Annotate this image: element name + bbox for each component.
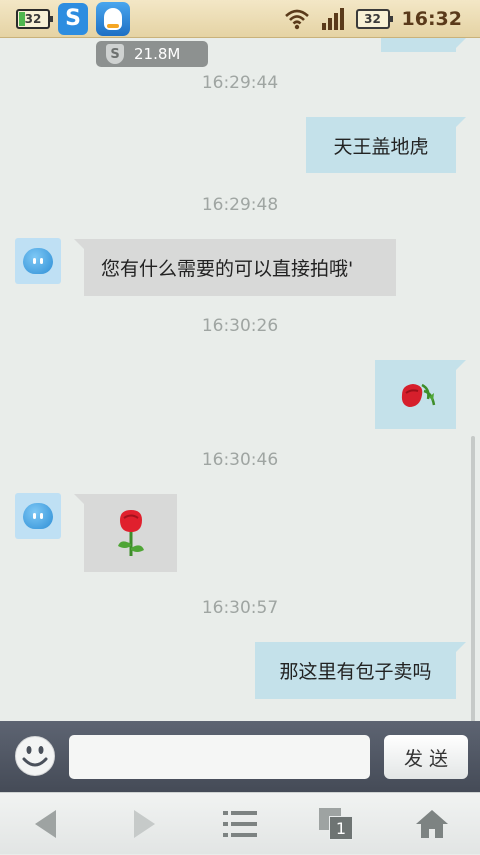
menu-button[interactable] — [200, 793, 280, 855]
input-bar: 发送 — [0, 721, 480, 792]
shield-icon: S — [106, 44, 124, 64]
battery-notification-icon: 32 — [16, 8, 53, 29]
battery-text: 32 — [364, 11, 381, 26]
qq-app-icon — [96, 1, 130, 36]
status-bar: 32 S 32 16:32 — [0, 0, 480, 38]
send-button[interactable]: 发送 — [384, 735, 468, 779]
message-bubble-outgoing[interactable] — [375, 360, 466, 429]
message-bubble-partial — [381, 38, 466, 52]
message-timestamp: 16:30:26 — [201, 316, 279, 336]
wifi-icon — [284, 9, 309, 29]
wilted-rose-icon — [401, 383, 435, 407]
rose-icon — [117, 510, 144, 556]
home-icon — [416, 810, 448, 838]
bottom-navigation: 1 — [0, 792, 480, 854]
avatar[interactable] — [15, 493, 61, 539]
forward-icon — [134, 810, 155, 838]
clock: 16:32 — [401, 7, 462, 30]
chat-history[interactable]: 16:29:44 天王盖地虎 16:29:48 您有什么需要的可以直接拍哦' 1… — [0, 38, 480, 722]
message-timestamp: 16:29:48 — [201, 195, 279, 215]
message-bubble-incoming[interactable] — [74, 494, 177, 572]
back-button[interactable] — [5, 793, 85, 855]
shield-app-icon: S — [58, 2, 88, 35]
traffic-value: 21.8M — [134, 45, 181, 63]
avatar[interactable] — [15, 238, 61, 284]
message-bubble-incoming[interactable]: 您有什么需要的可以直接拍哦' — [74, 239, 396, 296]
chat-scrollbar[interactable] — [471, 436, 475, 722]
message-input[interactable] — [69, 735, 370, 779]
window-count: 1 — [329, 816, 353, 840]
forward-button[interactable] — [105, 793, 185, 855]
message-text: 那这里有包子卖吗 — [279, 661, 432, 683]
battery-notification-text: 32 — [24, 11, 42, 26]
home-button[interactable] — [392, 793, 472, 855]
message-text: 天王盖地虎 — [333, 135, 429, 158]
menu-icon — [223, 811, 257, 837]
windows-button[interactable]: 1 — [296, 793, 376, 855]
emoji-button-icon[interactable] — [14, 735, 56, 777]
message-bubble-outgoing[interactable]: 天王盖地虎 — [306, 117, 466, 173]
back-icon — [35, 810, 56, 838]
message-timestamp: 16:29:44 — [201, 73, 279, 93]
message-timestamp: 16:30:57 — [201, 598, 279, 618]
message-timestamp: 16:30:46 — [201, 450, 279, 470]
windows-icon: 1 — [319, 808, 353, 840]
battery-icon: 32 — [355, 8, 393, 29]
message-text: 您有什么需要的可以直接拍哦' — [101, 258, 354, 280]
traffic-monitor-chip[interactable]: S 21.8M — [96, 41, 208, 67]
message-bubble-outgoing[interactable]: 那这里有包子卖吗 — [255, 642, 466, 699]
signal-icon — [321, 7, 344, 30]
